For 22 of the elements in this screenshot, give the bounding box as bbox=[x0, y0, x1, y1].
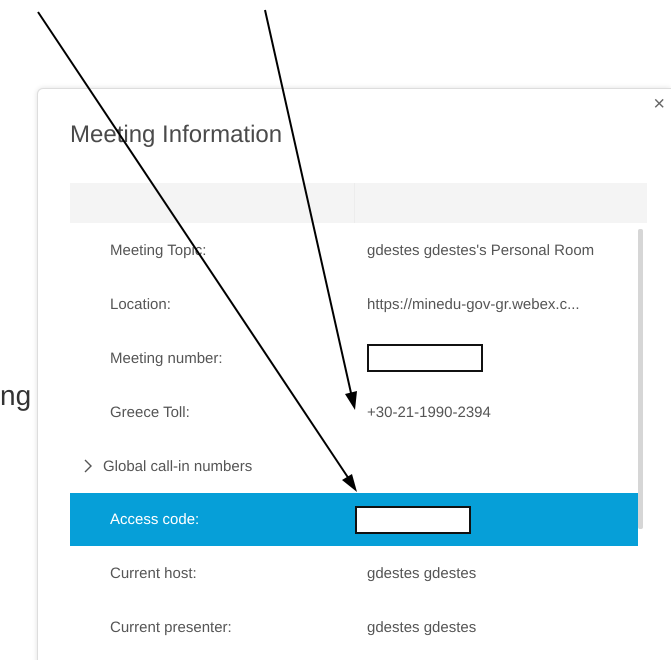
table-row[interactable]: Global call-in numbers bbox=[70, 439, 638, 493]
table-row[interactable]: Greece Toll: +30-21-1990-2394 bbox=[70, 385, 638, 439]
table-row[interactable]: Meeting number: bbox=[70, 331, 638, 385]
field-label: Access code: bbox=[109, 511, 200, 528]
field-value: +30-21-1990-2394 bbox=[367, 404, 492, 420]
table-row[interactable]: Current host: gdestes gdestes bbox=[70, 546, 638, 600]
field-label: Current presenter: bbox=[109, 618, 233, 636]
table-row[interactable]: Location: https://minedu-gov-gr.webex.c... bbox=[70, 277, 638, 331]
table-row[interactable]: Current presenter: gdestes gdestes bbox=[70, 600, 638, 654]
field-label: Current host: bbox=[109, 564, 198, 582]
field-label: Greece Toll: bbox=[109, 404, 191, 420]
chevron-icon bbox=[84, 459, 93, 473]
expander-row[interactable]: Global call-in numbers bbox=[70, 458, 367, 474]
field-label: Location: bbox=[109, 296, 172, 312]
field-value: gdestes gdestes bbox=[367, 564, 478, 582]
field-value: gdestes gdestes's Personal Room bbox=[367, 242, 596, 258]
background-text: ng bbox=[0, 380, 32, 412]
close-button[interactable]: × bbox=[647, 93, 671, 116]
field-label: Meeting number: bbox=[109, 350, 224, 366]
field-value: https://minedu-gov-gr.webex.c... bbox=[367, 296, 581, 312]
field-value: gdestes gdestes bbox=[367, 618, 478, 636]
scrollbar[interactable] bbox=[638, 229, 643, 529]
